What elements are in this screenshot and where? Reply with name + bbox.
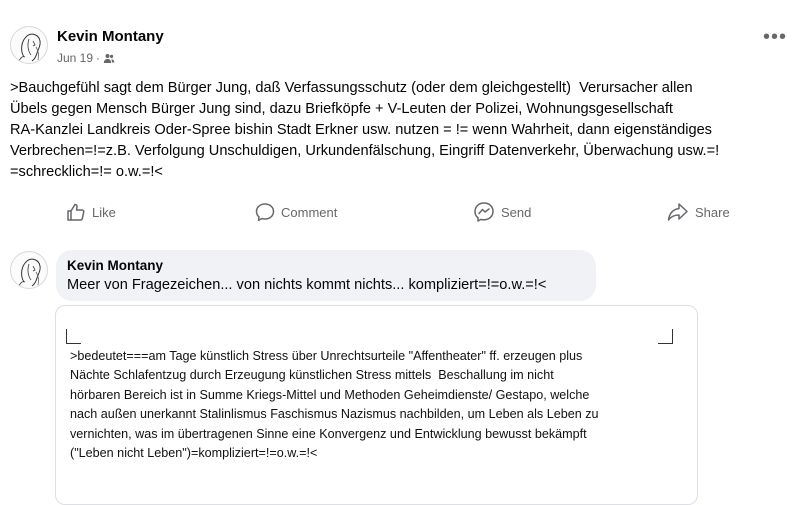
friends-icon[interactable] — [103, 52, 115, 64]
comment-text: Meer von Fragezeichen... von nichts komm… — [67, 277, 547, 293]
post-author-name[interactable]: Kevin Montany — [57, 28, 164, 45]
like-label: Like — [92, 204, 116, 220]
comment-bubble: Kevin Montany Meer von Fragezeichen... v… — [56, 250, 596, 301]
post-text: >Bauchgefühl sagt dem Bürger Jung, daß V… — [10, 80, 720, 180]
profile-sketch-image — [18, 258, 41, 287]
post-date[interactable]: Jun 19 — [57, 51, 93, 65]
send-label: Send — [501, 204, 532, 220]
meta-separator: · — [96, 51, 101, 65]
more-options-icon[interactable]: ••• — [763, 26, 787, 49]
share-button[interactable]: Share — [667, 198, 730, 226]
profile-sketch-image — [18, 33, 41, 62]
post-meta: Jun 19 · — [57, 51, 115, 65]
messenger-icon — [474, 202, 494, 222]
post-header: Kevin Montany Jun 19 · ••• — [10, 26, 787, 70]
crop-mark — [66, 329, 81, 344]
comment-image-attachment[interactable]: >bedeutet===am Tage künstlich Stress übe… — [55, 305, 698, 505]
comment-avatar[interactable] — [10, 251, 48, 289]
attachment-text: >bedeutet===am Tage künstlich Stress übe… — [70, 349, 599, 461]
share-label: Share — [695, 204, 730, 220]
send-button[interactable]: Send — [473, 198, 531, 226]
like-button[interactable]: Like — [66, 198, 116, 226]
comment-author-name[interactable]: Kevin Montany — [67, 258, 163, 273]
comment-button[interactable]: Comment — [255, 198, 337, 226]
avatar[interactable] — [10, 26, 48, 64]
share-arrow-icon — [667, 203, 688, 221]
post-action-bar: Like Comment Send Share — [0, 198, 797, 226]
crop-mark — [658, 329, 673, 344]
thumbs-up-icon — [67, 203, 85, 221]
comment-bubble-icon — [255, 203, 275, 222]
comment-label: Comment — [281, 204, 338, 220]
